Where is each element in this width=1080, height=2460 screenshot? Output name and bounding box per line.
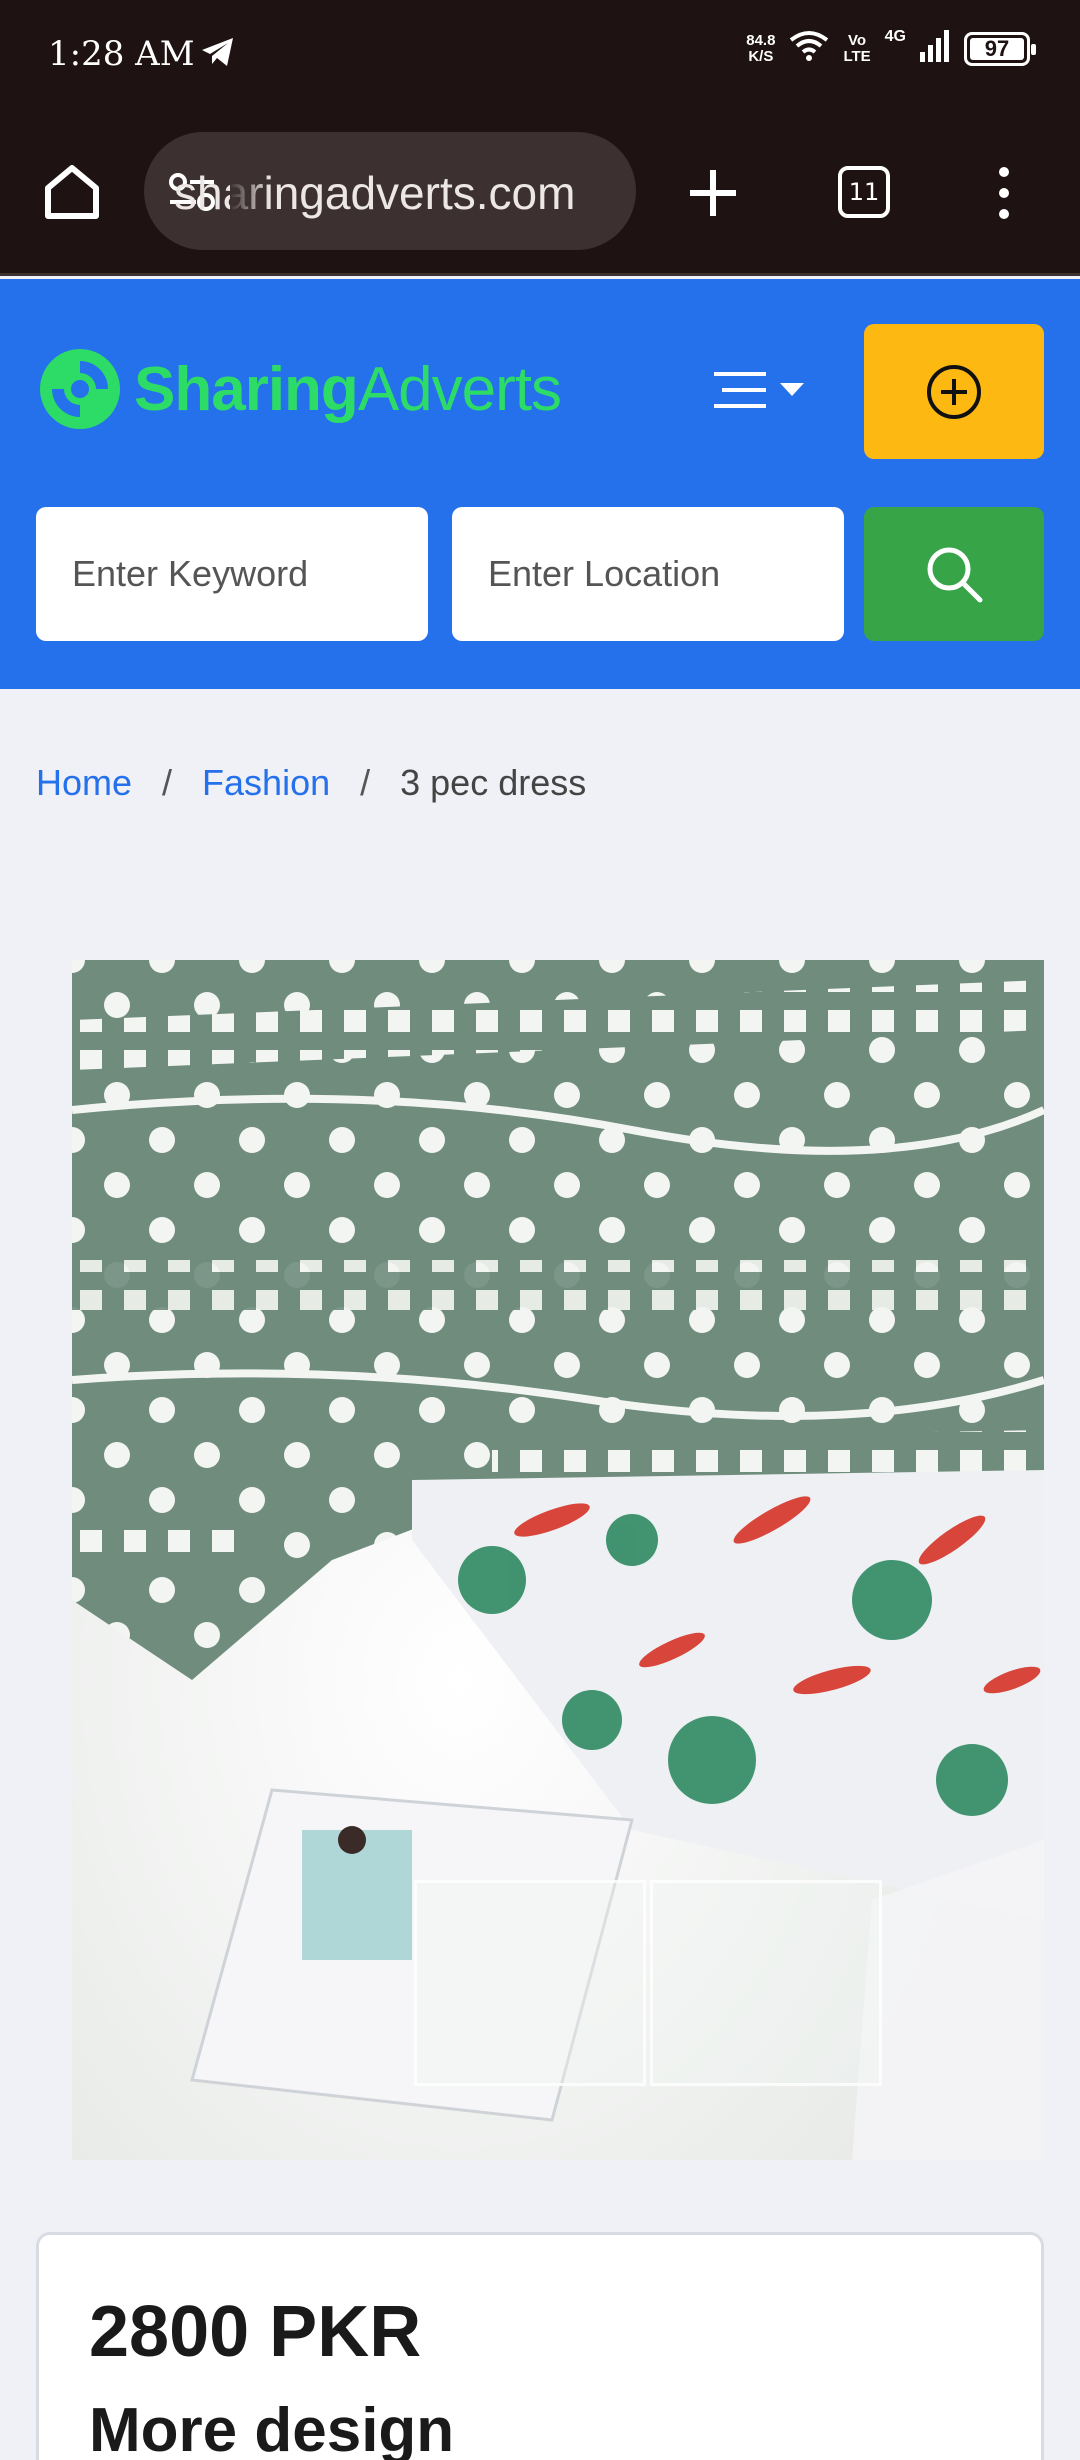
network-type: 4G [884, 28, 906, 45]
status-time: 1:28 AM [48, 34, 195, 74]
breadcrumb-category[interactable]: Fashion [202, 762, 330, 804]
telegram-icon [200, 36, 236, 73]
site-logo[interactable]: SharingAdverts [38, 331, 562, 447]
logo-emblem-icon [40, 349, 120, 429]
more-menu-icon[interactable] [994, 166, 1014, 225]
caret-down-icon [780, 383, 804, 396]
listing-price: 2800 PKR [89, 2292, 422, 2372]
menu-lines-icon [714, 372, 766, 408]
new-tab-icon[interactable] [686, 166, 740, 225]
listing-title: More design [89, 2396, 455, 2460]
gallery-thumbnail[interactable] [414, 1880, 646, 2086]
wifi-icon [789, 30, 829, 67]
logo-part1: Sharing [134, 354, 359, 424]
breadcrumb: Home / Fashion / 3 pec dress [36, 762, 586, 804]
battery-level: 97 [984, 35, 1010, 61]
logo-part2: Adverts [357, 354, 562, 424]
location-input[interactable] [452, 507, 844, 641]
tab-switcher-button[interactable]: 11 [838, 166, 890, 218]
browser-toolbar: sharingadverts.com 11 [0, 110, 1080, 276]
search-icon [927, 547, 983, 603]
breadcrumb-current: 3 pec dress [400, 762, 587, 803]
search-button[interactable] [864, 507, 1044, 641]
breadcrumb-separator: / [162, 762, 173, 803]
gallery-thumbnail[interactable] [650, 1880, 882, 2086]
post-ad-button[interactable] [864, 324, 1044, 459]
listing-card: 2800 PKR More design [36, 2232, 1044, 2460]
volte-indicator: Vo LTE [843, 31, 871, 65]
site-header: SharingAdverts [0, 279, 1080, 689]
breadcrumb-home[interactable]: Home [36, 762, 132, 804]
plus-circle-icon [927, 364, 981, 419]
network-speed: 84.8 K/S [746, 31, 776, 65]
category-menu-button[interactable] [712, 371, 804, 409]
address-bar[interactable]: sharingadverts.com [144, 132, 636, 250]
home-icon[interactable] [40, 162, 104, 227]
battery-icon: 97 [964, 31, 1036, 66]
status-bar: 1:28 AM 84.8 K/S Vo LTE 4G 97 [0, 0, 1080, 110]
breadcrumb-separator: / [360, 762, 371, 803]
keyword-input[interactable] [36, 507, 428, 641]
signal-icon [920, 30, 950, 67]
